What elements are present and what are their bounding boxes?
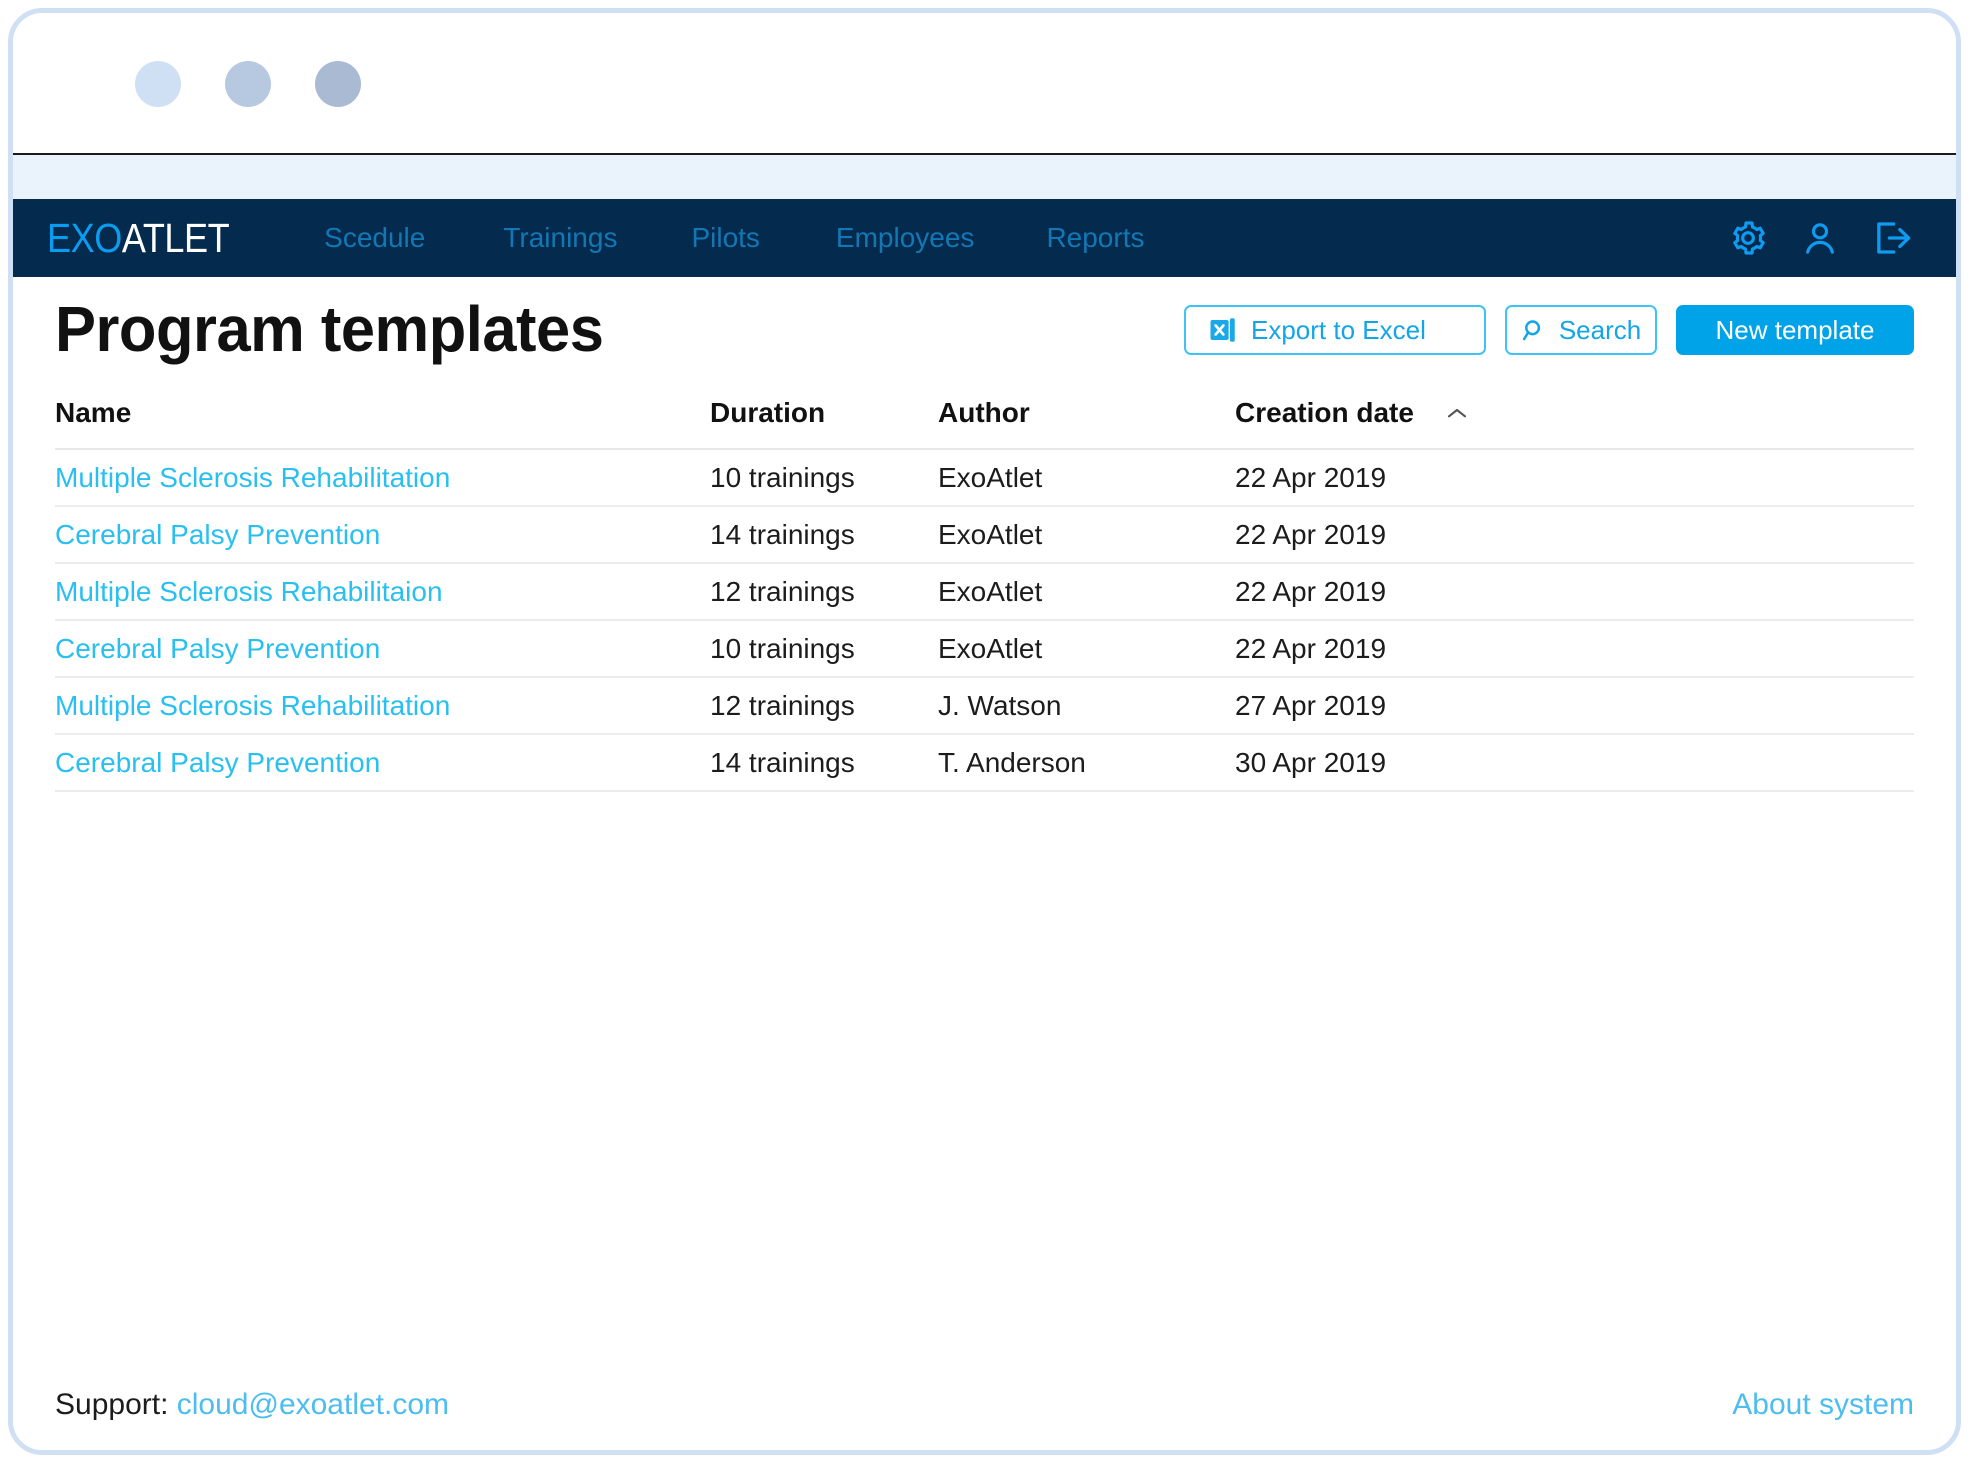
window-dot-minimize[interactable] [225,61,271,107]
cell-name: Cerebral Palsy Prevention [55,620,710,678]
column-header-creation-date-label: Creation date [1235,397,1414,428]
cell-duration: 12 trainings [710,563,938,621]
cell-name: Multiple Sclerosis Rehabilitation [55,677,710,735]
cell-author: J. Watson [938,677,1235,735]
user-icon[interactable] [1798,216,1842,260]
column-header-creation-date[interactable]: Creation date [1235,397,1914,450]
browser-titlebar [13,13,1956,155]
template-link[interactable]: Multiple Sclerosis Rehabilitaion [55,576,443,607]
template-link[interactable]: Cerebral Palsy Prevention [55,519,380,550]
about-system-link[interactable]: About system [1732,1388,1914,1422]
page-title-row: Program templates Export to Excel Search… [55,277,1914,381]
nav-item-reports[interactable]: Reports [1046,222,1144,254]
search-label: Search [1558,314,1642,345]
logo-text-atlet: ATLET [121,214,230,261]
gear-icon[interactable] [1726,216,1770,260]
cell-creation-date: 22 Apr 2019 [1235,506,1914,564]
cell-author: T. Anderson [938,734,1235,792]
support-label: Support: [55,1388,169,1421]
search-button[interactable]: Search [1505,305,1657,355]
table-header-row: Name Duration Author Creation date [55,397,1914,450]
column-header-duration-label: Duration [710,397,826,428]
template-link[interactable]: Cerebral Palsy Prevention [55,747,380,778]
cell-duration: 14 trainings [710,734,938,792]
main-navigation: Scedule Trainings Pilots Employees Repor… [324,222,1144,254]
table-row[interactable]: Cerebral Palsy Prevention 10 trainings E… [55,620,1914,678]
template-link[interactable]: Cerebral Palsy Prevention [55,633,380,664]
column-header-author[interactable]: Author [938,397,1235,450]
cell-duration: 14 trainings [710,506,938,564]
program-templates-table: Name Duration Author Creation date Multi… [55,397,1914,792]
support-email-link[interactable]: cloud@exoatlet.com [177,1388,449,1421]
nav-item-employees[interactable]: Employees [836,222,975,254]
template-link[interactable]: Multiple Sclerosis Rehabilitation [55,462,450,493]
cell-duration: 10 trainings [710,449,938,507]
cell-name: Cerebral Palsy Prevention [55,734,710,792]
logo-text-exo: EXO [47,214,122,261]
header-icon-group [1726,199,1914,277]
cell-creation-date: 22 Apr 2019 [1235,449,1914,507]
page-title: Program templates [55,293,604,365]
window-dot-close[interactable] [135,61,181,107]
cell-duration: 10 trainings [710,620,938,678]
nav-item-scedule[interactable]: Scedule [324,222,425,254]
column-header-name[interactable]: Name [55,397,710,450]
template-link[interactable]: Multiple Sclerosis Rehabilitation [55,690,450,721]
nav-item-pilots[interactable]: Pilots [691,222,759,254]
table-row[interactable]: Multiple Sclerosis Rehabilitaion 12 trai… [55,563,1914,621]
logout-icon[interactable] [1870,216,1914,260]
cell-creation-date: 27 Apr 2019 [1235,677,1914,735]
table-row[interactable]: Cerebral Palsy Prevention 14 trainings T… [55,734,1914,792]
support-info: Support: cloud@exoatlet.com [55,1388,449,1422]
table-row[interactable]: Multiple Sclerosis Rehabilitation 12 tra… [55,677,1914,735]
cell-author: ExoAtlet [938,449,1235,507]
new-template-button[interactable]: New template [1676,305,1914,355]
sort-ascending-caret-icon [1446,406,1468,420]
new-template-label: New template [1715,314,1875,345]
page-action-buttons: Export to Excel Search New template [1184,305,1914,355]
exoatlet-logo[interactable]: EXOATLET [47,214,230,262]
excel-icon [1210,318,1235,342]
nav-item-trainings[interactable]: Trainings [503,222,617,254]
export-to-excel-button[interactable]: Export to Excel [1184,305,1486,355]
export-to-excel-label: Export to Excel [1251,314,1426,345]
table-row[interactable]: Multiple Sclerosis Rehabilitation 10 tra… [55,449,1914,507]
cell-duration: 12 trainings [710,677,938,735]
page-content: Program templates Export to Excel Search… [13,277,1956,1450]
chrome-band [13,155,1956,199]
window-dot-maximize[interactable] [315,61,361,107]
table-body: Multiple Sclerosis Rehabilitation 10 tra… [55,449,1914,792]
window-controls [135,61,361,107]
cell-name: Cerebral Palsy Prevention [55,506,710,564]
page-footer: Support: cloud@exoatlet.com About system [55,1388,1914,1422]
cell-name: Multiple Sclerosis Rehabilitation [55,449,710,507]
table-row[interactable]: Cerebral Palsy Prevention 14 trainings E… [55,506,1914,564]
cell-author: ExoAtlet [938,563,1235,621]
column-header-duration[interactable]: Duration [710,397,938,450]
cell-creation-date: 22 Apr 2019 [1235,620,1914,678]
cell-author: ExoAtlet [938,506,1235,564]
cell-name: Multiple Sclerosis Rehabilitaion [55,563,710,621]
search-icon [1522,319,1540,340]
cell-creation-date: 30 Apr 2019 [1235,734,1914,792]
app-header: EXOATLET Scedule Trainings Pilots Employ… [13,199,1956,277]
column-header-name-label: Name [55,397,132,428]
cell-author: ExoAtlet [938,620,1235,678]
column-header-author-label: Author [938,397,1030,428]
browser-window: EXOATLET Scedule Trainings Pilots Employ… [8,8,1961,1455]
cell-creation-date: 22 Apr 2019 [1235,563,1914,621]
